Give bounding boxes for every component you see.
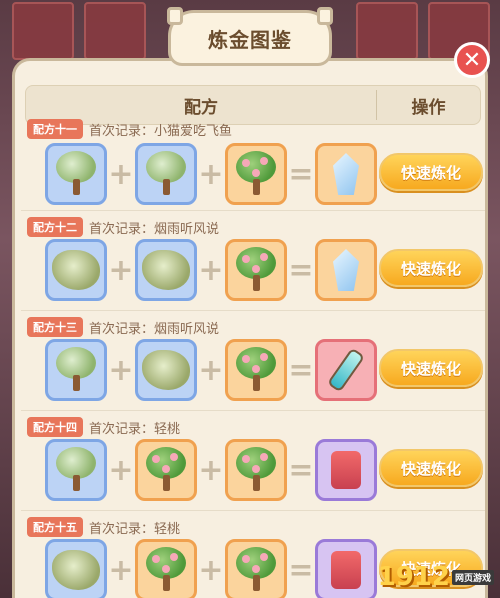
recipe-formula: + + = xyxy=(45,239,377,301)
title-tab: 炼金图鉴 xyxy=(167,7,333,66)
equals-icon: = xyxy=(288,252,314,288)
pink-flower-tree-icon xyxy=(234,447,278,493)
tab-ear-left xyxy=(167,7,183,25)
ingredient-slot[interactable] xyxy=(45,339,107,401)
result-slot[interactable] xyxy=(315,143,377,205)
header-recipe: 配方 xyxy=(184,97,218,118)
mossy-shrub-icon xyxy=(142,250,190,290)
recipe-row: 配方十一 首次记录：小猫爱吃飞鱼 + + = 快速炼化 xyxy=(21,119,485,211)
recipe-tag: 配方十二 xyxy=(27,217,83,237)
ingredient-slot[interactable] xyxy=(225,239,287,301)
pink-flower-tree-icon xyxy=(144,447,188,493)
blossom-tree-icon xyxy=(54,447,98,493)
header-action: 操作 xyxy=(411,97,446,118)
close-button[interactable]: ✕ xyxy=(454,42,490,78)
recipe-list[interactable]: 配方十一 首次记录：小猫爱吃飞鱼 + + = 快速炼化 配方十二 首次记录：烟雨听风说 + + = 快… xyxy=(21,119,485,598)
recipe-label: 配方十一 首次记录：小猫爱吃飞鱼 xyxy=(27,119,232,139)
ingredient-slot[interactable] xyxy=(135,239,197,301)
ingredient-slot[interactable] xyxy=(45,143,107,205)
background-card xyxy=(12,2,74,60)
first-record-text: 首次记录：轻桃 xyxy=(89,521,181,537)
recipe-formula: + + = xyxy=(45,339,377,401)
first-record-text: 首次记录：烟雨听风说 xyxy=(89,221,220,237)
red-charm-icon xyxy=(331,451,361,489)
quick-refine-button[interactable]: 快速炼化 xyxy=(379,249,483,287)
ice-crystal-icon xyxy=(333,249,359,291)
plus-icon: + xyxy=(108,352,134,388)
tab-ear-right xyxy=(317,7,333,25)
recipe-formula: + + = xyxy=(45,439,377,501)
ingredient-slot[interactable] xyxy=(225,539,287,598)
plus-icon: + xyxy=(108,452,134,488)
ingredient-slot[interactable] xyxy=(45,439,107,501)
result-slot[interactable] xyxy=(315,439,377,501)
mossy-shrub-icon xyxy=(142,350,190,390)
ice-crystal-icon xyxy=(333,153,359,195)
result-slot[interactable] xyxy=(315,339,377,401)
ingredient-slot[interactable] xyxy=(225,143,287,205)
recipe-label: 配方十三 首次记录：烟雨听风说 xyxy=(27,317,219,337)
first-record-text: 首次记录：烟雨听风说 xyxy=(89,321,220,337)
ingredient-slot[interactable] xyxy=(45,539,107,598)
mossy-shrub-icon xyxy=(52,250,100,290)
pink-flower-tree-icon xyxy=(144,547,188,593)
first-record-text: 首次记录：小猫爱吃飞鱼 xyxy=(89,123,233,139)
watermark-text: 1912 xyxy=(377,562,450,592)
close-icon: ✕ xyxy=(462,47,482,73)
plus-icon: + xyxy=(198,352,224,388)
plus-icon: + xyxy=(198,252,224,288)
equals-icon: = xyxy=(288,452,314,488)
quick-refine-button[interactable]: 快速炼化 xyxy=(379,449,483,487)
recipe-tag: 配方十三 xyxy=(27,317,83,337)
watermark: 1912 网页游戏 xyxy=(378,562,494,592)
plus-icon: + xyxy=(108,252,134,288)
ingredient-slot[interactable] xyxy=(135,439,197,501)
recipe-label: 配方十四 首次记录：轻桃 xyxy=(27,417,180,437)
pink-flower-tree-icon xyxy=(234,151,278,197)
page-title: 炼金图鉴 xyxy=(208,27,292,52)
recipe-formula: + + = xyxy=(45,143,377,205)
equals-icon: = xyxy=(288,156,314,192)
watermark-sub: 网页游戏 xyxy=(451,569,494,585)
equals-icon: = xyxy=(288,552,314,588)
recipe-row: 配方十四 首次记录：轻桃 + + = 快速炼化 xyxy=(21,411,485,511)
red-charm-icon xyxy=(331,551,361,589)
pink-flower-tree-icon xyxy=(234,347,278,393)
recipe-tag: 配方十五 xyxy=(27,517,83,537)
equals-icon: = xyxy=(288,352,314,388)
mossy-shrub-icon xyxy=(52,550,100,590)
recipe-row: 配方十二 首次记录：烟雨听风说 + + = 快速炼化 xyxy=(21,211,485,311)
blossom-tree-icon xyxy=(54,347,98,393)
blossom-tree-icon xyxy=(144,151,188,197)
result-slot[interactable] xyxy=(315,239,377,301)
result-slot[interactable] xyxy=(315,539,377,598)
blossom-tree-icon xyxy=(54,151,98,197)
ingredient-slot[interactable] xyxy=(135,143,197,205)
ingredient-slot[interactable] xyxy=(225,439,287,501)
ingredient-slot[interactable] xyxy=(225,339,287,401)
plus-icon: + xyxy=(198,156,224,192)
potion-bottle-icon xyxy=(326,347,366,393)
recipe-tag: 配方十四 xyxy=(27,417,83,437)
plus-icon: + xyxy=(198,552,224,588)
quick-refine-button[interactable]: 快速炼化 xyxy=(379,153,483,191)
recipe-label: 配方十五 首次记录：轻桃 xyxy=(27,517,180,537)
first-record-text: 首次记录：轻桃 xyxy=(89,421,181,437)
ingredient-slot[interactable] xyxy=(135,539,197,598)
alchemy-codex-panel: 配方 操作 配方十一 首次记录：小猫爱吃飞鱼 + + = 快速炼化 配方十二 首次记录：烟雨听… xyxy=(12,58,488,598)
ingredient-slot[interactable] xyxy=(135,339,197,401)
recipe-tag: 配方十一 xyxy=(27,119,83,139)
pink-flower-tree-icon xyxy=(234,247,278,293)
pink-flower-tree-icon xyxy=(234,547,278,593)
recipe-row: 配方十三 首次记录：烟雨听风说 + + = 快速炼化 xyxy=(21,311,485,411)
quick-refine-button[interactable]: 快速炼化 xyxy=(379,349,483,387)
background-card xyxy=(84,2,146,60)
plus-icon: + xyxy=(108,156,134,192)
recipe-formula: + + = xyxy=(45,539,377,598)
ingredient-slot[interactable] xyxy=(45,239,107,301)
recipe-label: 配方十二 首次记录：烟雨听风说 xyxy=(27,217,219,237)
plus-icon: + xyxy=(198,452,224,488)
plus-icon: + xyxy=(108,552,134,588)
background-card xyxy=(356,2,418,60)
